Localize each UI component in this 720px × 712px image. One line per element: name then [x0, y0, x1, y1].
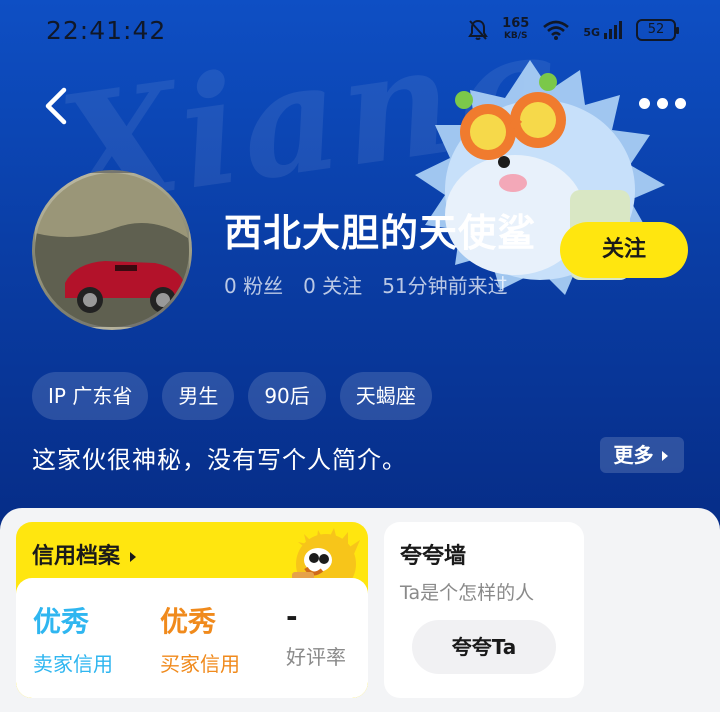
seller-credit: 优秀 卖家信用: [33, 600, 113, 677]
bio-more-button[interactable]: 更多: [600, 437, 684, 473]
net-speed: 165 KB/S: [502, 16, 530, 41]
profile-stats: 0 粉丝 0 关注 51分钟前来过: [224, 270, 508, 299]
clock: 22:41:42: [46, 16, 167, 45]
signal-icon: 5G: [583, 21, 622, 39]
back-arrow-icon[interactable]: [38, 84, 78, 128]
last-seen: 51分钟前来过: [382, 274, 508, 298]
bell-off-icon: [468, 19, 489, 40]
follow-button[interactable]: 关注: [560, 222, 688, 278]
buyer-credit-value: 优秀: [160, 605, 217, 638]
positive-rate: - 好评率: [286, 600, 346, 670]
username: 西北大胆的天使鲨: [224, 211, 537, 255]
seller-credit-label: 卖家信用: [33, 652, 113, 676]
more-dots-icon[interactable]: [639, 98, 686, 109]
triangle-right-icon: [662, 451, 669, 461]
praise-title: 夸夸墙: [400, 544, 467, 569]
bio-text: 这家伙很神秘，没有写个人简介。: [32, 446, 407, 474]
praise-subtitle: Ta是个怎样的人: [400, 582, 535, 604]
credit-card[interactable]: 信用档案 优秀 卖家信用 优秀 买家信用 - 好评率: [16, 522, 368, 698]
profile-tags: IP 广东省 男生 90后 天蝎座: [32, 372, 432, 420]
battery-icon: 52: [636, 19, 679, 41]
fans-count[interactable]: 0 粉丝: [224, 270, 283, 299]
seller-credit-value: 优秀: [33, 605, 90, 638]
buyer-credit-label: 买家信用: [160, 652, 240, 676]
profile-header: Xiang 22:41:42 165 KB/S 5G 52 西北大胆的天使鲨 0…: [0, 0, 720, 540]
following-count[interactable]: 0 关注: [303, 270, 362, 299]
avatar[interactable]: [32, 170, 192, 330]
tag-age: 90后: [248, 372, 326, 420]
credit-summary: 优秀 卖家信用 优秀 买家信用 - 好评率: [16, 578, 368, 698]
tag-location: IP 广东省: [32, 372, 149, 420]
tag-gender: 男生: [162, 372, 235, 420]
positive-rate-value: -: [286, 600, 298, 633]
tag-zodiac: 天蝎座: [339, 372, 432, 420]
triangle-right-icon: [129, 552, 136, 562]
praise-wall-card: 夸夸墙 Ta是个怎样的人 夸夸Ta: [384, 522, 584, 698]
status-bar: 22:41:42 165 KB/S 5G 52: [0, 0, 720, 64]
praise-button[interactable]: 夸夸Ta: [412, 620, 556, 674]
wifi-icon: [543, 20, 570, 40]
buyer-credit: 优秀 买家信用: [160, 600, 240, 677]
credit-title[interactable]: 信用档案: [32, 538, 138, 570]
avatar-car-image: [35, 173, 189, 327]
positive-rate-label: 好评率: [286, 645, 346, 669]
